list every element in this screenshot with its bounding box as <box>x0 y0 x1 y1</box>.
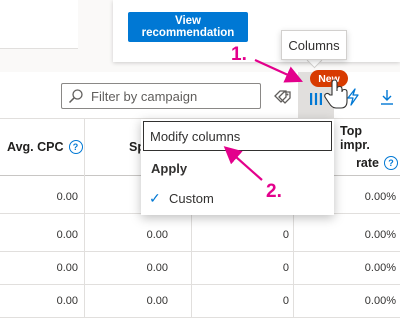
table-row: 0.00 0.00 0 0.00% <box>0 284 400 318</box>
cell-sp: 0.00 <box>146 294 168 307</box>
search-icon <box>68 89 83 104</box>
modify-columns-menu-item[interactable]: Modify columns <box>143 121 332 151</box>
step-2-label: 2. <box>266 181 282 202</box>
filter-by-campaign-search[interactable] <box>61 83 261 109</box>
cell-avg-cpc: 0.00 <box>56 228 78 241</box>
header-avg-cpc[interactable]: Avg. CPC ? <box>7 119 83 175</box>
help-icon[interactable]: ? <box>68 140 83 154</box>
cell-top-impr: 0.00% <box>364 261 396 274</box>
columns-icon <box>310 93 322 105</box>
columns-tooltip: Columns <box>281 30 347 60</box>
new-badge: New <box>310 70 348 87</box>
custom-label: Custom <box>169 191 214 206</box>
cell-blank: 0 <box>282 228 289 241</box>
cell-sp: 0.00 <box>146 261 168 274</box>
step-1-label: 1. <box>231 44 247 65</box>
search-input[interactable] <box>89 87 253 105</box>
check-icon: ✓ <box>149 190 161 206</box>
cell-avg-cpc: 0.00 <box>56 294 78 307</box>
top-left-panel <box>0 0 78 49</box>
header-avg-cpc-label: Avg. CPC <box>7 140 64 154</box>
header-top-impr-rate[interactable]: Top impr. rate ? <box>340 119 398 175</box>
tag-icon <box>274 90 291 104</box>
header-top-impr-label: Top impr. <box>340 124 370 152</box>
apply-heading: Apply <box>151 161 188 176</box>
view-recommendation-button[interactable]: View recommendation <box>128 12 248 42</box>
cell-top-impr: 0.00% <box>364 228 396 241</box>
header-top-impr-line2: rate ? <box>356 156 398 170</box>
cell-avg-cpc: 0.00 <box>56 261 78 274</box>
cell-sp: 0.00 <box>146 228 168 241</box>
cell-top-impr: 0.00% <box>364 294 396 307</box>
table-row: 0.00 0.00 0 0.00% <box>0 251 400 285</box>
tag-button[interactable] <box>270 84 296 110</box>
help-icon[interactable]: ? <box>384 156 398 170</box>
cell-blank: 0 <box>282 294 289 307</box>
download-button[interactable] <box>376 84 398 110</box>
automated-rules-button[interactable] <box>342 84 364 110</box>
header-rate-label: rate <box>356 156 379 170</box>
recommendation-panel: View recommendation <box>113 0 400 62</box>
columns-dropdown-menu: Modify columns Apply ✓ Custom <box>141 119 334 215</box>
download-icon <box>381 90 393 105</box>
table-row: 0.00 0.00 0 0.00% <box>0 218 400 252</box>
cell-blank: 0 <box>282 261 289 274</box>
lightning-icon <box>347 88 359 106</box>
cell-avg-cpc: 0.00 <box>56 190 78 203</box>
custom-menu-item[interactable]: ✓ Custom <box>149 190 214 207</box>
